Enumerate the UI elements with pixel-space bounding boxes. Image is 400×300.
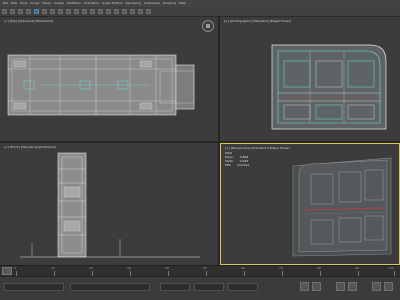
top-view-mesh (7, 54, 195, 116)
undo-icon[interactable] (2, 9, 7, 14)
viewport-statistics: Total Polys: 2,848 Verts: 2,936 FPS: Ina… (225, 151, 249, 167)
viewport-top[interactable]: [+] [Top] [Standard] [Wireframe] (0, 17, 218, 141)
menu-rendering[interactable]: Rendering (126, 0, 141, 7)
viewport-divider-horizontal[interactable] (0, 141, 400, 143)
viewcube-icon[interactable] (202, 20, 214, 32)
menu-tools[interactable]: Tools (20, 0, 27, 7)
maxscript-listener-field[interactable] (4, 283, 64, 291)
play-icon[interactable] (336, 282, 345, 291)
link-icon[interactable] (18, 9, 23, 14)
status-prompt-field (70, 283, 150, 291)
ortho-view-mesh (271, 44, 387, 130)
timeline-tick-label: 20 (89, 266, 93, 270)
y-coordinate-field[interactable] (194, 283, 224, 291)
timeline-tick-label: 50 (203, 266, 207, 270)
material-editor-icon[interactable] (130, 9, 135, 14)
select-by-name-icon[interactable] (42, 9, 47, 14)
auto-key-button[interactable] (300, 282, 309, 291)
angle-snap-icon[interactable] (90, 9, 95, 14)
x-coordinate-field[interactable] (160, 283, 190, 291)
timeline-tick-label: 0 (14, 266, 16, 270)
render-setup-icon[interactable] (138, 9, 143, 14)
timeline-tick-label: 60 (241, 266, 245, 270)
orbit-icon[interactable] (384, 282, 393, 291)
timeline-tick-label: 10 (51, 266, 55, 270)
align-icon[interactable] (106, 9, 111, 14)
timeline-tick-label: 80 (317, 266, 321, 270)
next-frame-icon[interactable] (348, 282, 357, 291)
set-key-button[interactable] (312, 282, 321, 291)
timeline-tick-label: 70 (279, 266, 283, 270)
front-view-mesh (20, 152, 200, 258)
timeline-tick-label: 90 (355, 266, 359, 270)
menu-bar: File Edit Tools Group Views Create Modif… (0, 0, 400, 7)
render-icon[interactable] (146, 9, 151, 14)
menu-animation[interactable]: Animation (84, 0, 99, 7)
viewport-orthographic[interactable]: [+] [Orthographic] [Standard] [Edged Fac… (220, 17, 400, 141)
menu-modifiers[interactable]: Modifiers (67, 0, 81, 7)
rotate-icon[interactable] (66, 9, 71, 14)
mirror-icon[interactable] (98, 9, 103, 14)
viewport-label[interactable]: [+] [Orthographic] [Standard] [Edged Fac… (224, 19, 291, 23)
menu-views[interactable]: Views (42, 0, 51, 7)
menu-group[interactable]: Group (30, 0, 39, 7)
unlink-icon[interactable] (26, 9, 31, 14)
move-icon[interactable] (58, 9, 63, 14)
menu-create[interactable]: Create (54, 0, 64, 7)
timeline-tick-label: 40 (165, 266, 169, 270)
zoom-extents-icon[interactable] (372, 282, 381, 291)
stats-fps-label: FPS: (225, 163, 232, 167)
viewport-label[interactable]: [+] [Perspective] [Standard] [Edged Face… (225, 146, 290, 150)
curve-editor-icon[interactable] (122, 9, 127, 14)
menu-help[interactable]: Help (179, 0, 186, 7)
stats-fps-value: Inactive (237, 163, 250, 167)
z-coordinate-field[interactable] (228, 283, 258, 291)
3dsmax-window: File Edit Tools Group Views Create Modif… (0, 0, 400, 300)
menu-edit[interactable]: Edit (11, 0, 17, 7)
timeline[interactable]: 0 10 20 30 40 50 60 70 80 90 100 (0, 265, 400, 276)
rectangle-selection-icon[interactable] (50, 9, 55, 14)
menu-customize[interactable]: Customize (144, 0, 160, 7)
menu-graph-editors[interactable]: Graph Editors (102, 0, 123, 7)
menu-scripting[interactable]: Scripting (163, 0, 176, 7)
timeline-tick-label: 100 (388, 266, 394, 270)
main-toolbar (0, 7, 400, 17)
status-bar (0, 276, 400, 300)
viewport-front[interactable]: [+] [Front] [Standard] [Wireframe] (0, 143, 218, 265)
viewport-label[interactable]: [+] [Front] [Standard] [Wireframe] (4, 145, 56, 149)
scale-icon[interactable] (74, 9, 79, 14)
layer-manager-icon[interactable] (114, 9, 119, 14)
snap-icon[interactable] (82, 9, 87, 14)
viewport-perspective[interactable]: [+] [Perspective] [Standard] [Edged Face… (220, 143, 400, 265)
select-object-icon[interactable] (34, 9, 39, 14)
menu-file[interactable]: File (3, 0, 8, 7)
redo-icon[interactable] (10, 9, 15, 14)
viewport-label[interactable]: [+] [Top] [Standard] [Wireframe] (4, 19, 53, 23)
timeline-tick-label: 30 (127, 266, 131, 270)
time-slider[interactable] (2, 267, 12, 275)
